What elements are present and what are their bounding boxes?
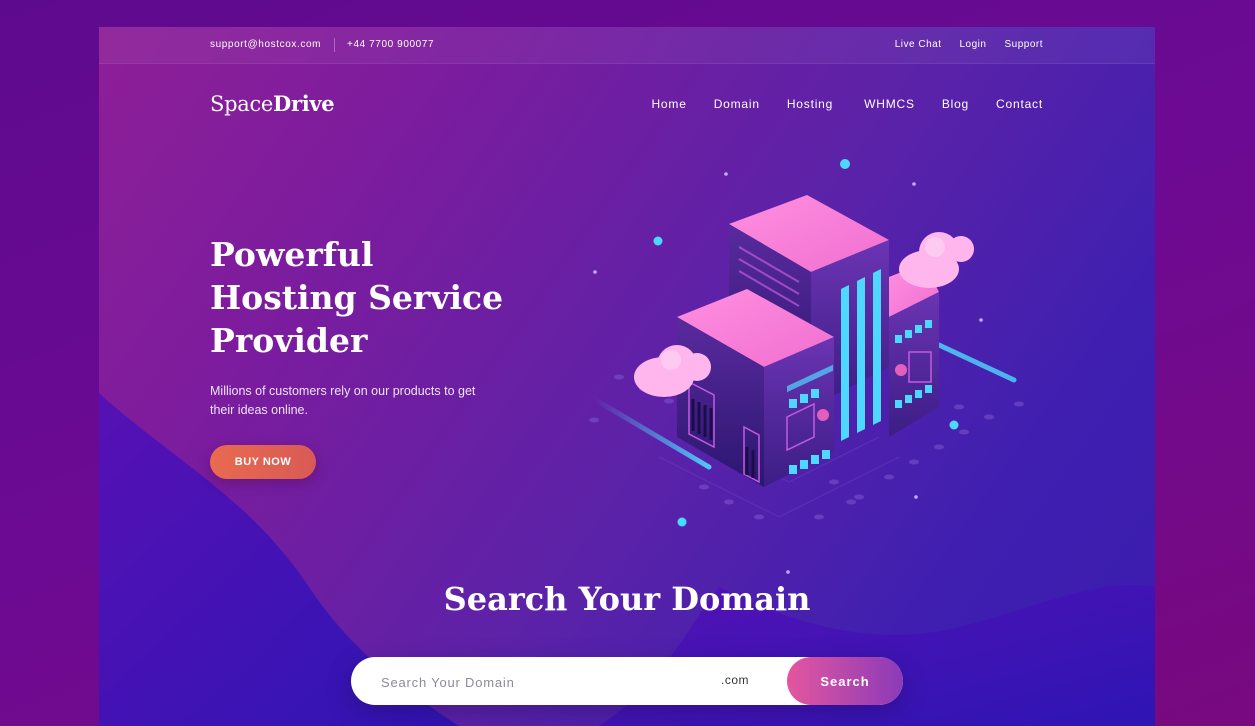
- landing-page: support@hostcox.com +44 7700 900077 Live…: [99, 27, 1155, 726]
- domain-search-button[interactable]: Search: [787, 657, 903, 705]
- isometric-server-building-icon: [589, 159, 1024, 574]
- domain-search-title: Search Your Domain: [443, 580, 811, 618]
- domain-search-input[interactable]: [379, 657, 683, 707]
- domain-search-bar: .com Search: [351, 657, 903, 707]
- tld-select[interactable]: .com: [721, 673, 749, 687]
